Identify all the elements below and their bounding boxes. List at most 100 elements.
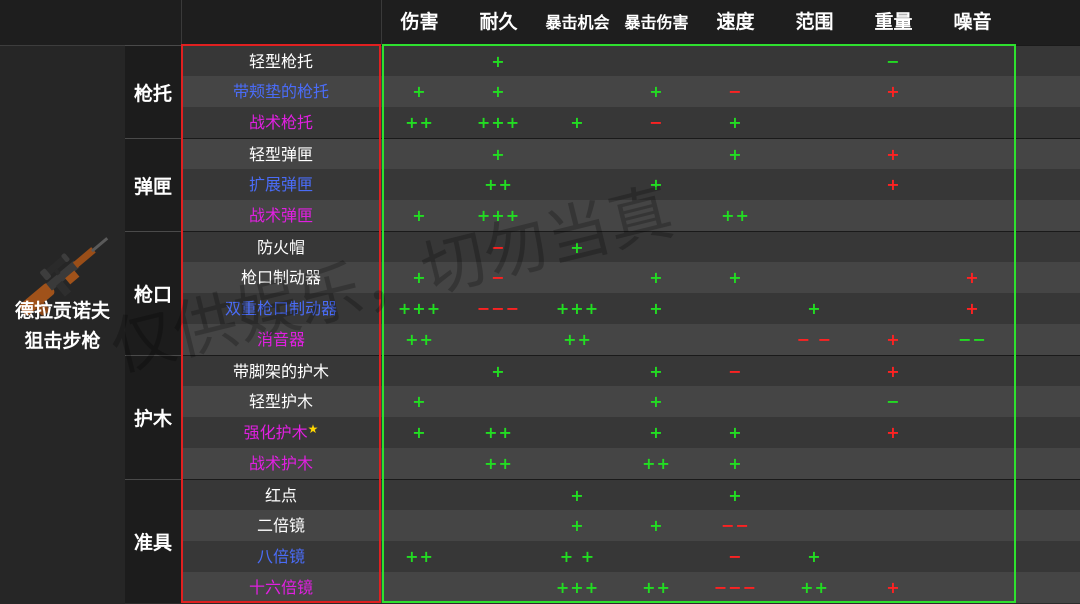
star-icon: ★ <box>307 422 319 436</box>
stat-range: − − <box>796 330 833 349</box>
attachment-name: 十六倍镜 <box>181 572 381 603</box>
attachment-name-text: 强化护木 <box>243 423 308 442</box>
attachment-name-text: 八倍镜 <box>256 547 305 566</box>
table-row: 扩展弹匣 ++ + + <box>181 169 1080 200</box>
stat-noise: + <box>965 299 980 318</box>
stat-damage: + <box>412 206 427 225</box>
stat-durability: − <box>491 268 506 287</box>
stat-speed: + <box>728 145 743 164</box>
table-row: 二倍镜 + + −− <box>181 510 1080 541</box>
stat-damage: ++ <box>405 113 434 132</box>
table-row: 防火帽 − + <box>181 231 1080 262</box>
stat-crit-damage: + <box>649 516 664 535</box>
attachment-name-text: 红点 <box>264 486 297 505</box>
stat-durability: − <box>491 238 506 257</box>
weapon-name-line1: 德拉贡诺夫 <box>14 300 110 322</box>
header-noise: 噪音 <box>953 11 992 33</box>
stat-weight: − <box>886 52 901 71</box>
stat-crit-damage: − <box>649 113 664 132</box>
stat-crit-chance: + <box>570 486 585 505</box>
attachment-name: 轻型枪托 <box>181 46 381 77</box>
stat-damage: + <box>412 268 427 287</box>
attachment-name: 防火帽 <box>181 232 381 263</box>
stat-speed: − <box>728 362 743 381</box>
table-row: 强化护木★ + ++ + + + <box>181 417 1080 448</box>
stat-speed: + <box>728 454 743 473</box>
stat-weight: + <box>886 578 901 597</box>
stat-speed: + <box>728 268 743 287</box>
attachment-name-text: 轻型护木 <box>248 392 313 411</box>
stat-weight: + <box>886 423 901 442</box>
attachment-name: 战术弹匣 <box>181 200 381 231</box>
header-durability: 耐久 <box>479 11 518 33</box>
category-stock: 枪托 <box>125 45 181 138</box>
stat-speed: + <box>728 423 743 442</box>
attachment-name: 带脚架的护木 <box>181 356 381 387</box>
stat-durability: −−− <box>476 299 521 318</box>
stat-crit-damage: + <box>649 392 664 411</box>
stat-weight: + <box>886 330 901 349</box>
attachment-name-text: 消音器 <box>256 330 305 349</box>
stat-crit-damage: ++ <box>642 578 671 597</box>
attachment-name: 强化护木★ <box>181 417 381 448</box>
stat-crit-damage: + <box>649 362 664 381</box>
stat-damage: + <box>412 82 427 101</box>
attachment-name: 战术护木 <box>181 448 381 479</box>
stat-weight: + <box>886 362 901 381</box>
attachment-name: 红点 <box>181 480 381 511</box>
table-row: 轻型枪托 + − <box>181 45 1080 76</box>
attachment-name-text: 防火帽 <box>256 238 305 257</box>
stat-weight: + <box>886 82 901 101</box>
stat-crit-chance: + + <box>559 547 596 566</box>
stat-durability: + <box>491 82 506 101</box>
stat-durability: +++ <box>476 113 521 132</box>
header-range: 范围 <box>795 11 834 33</box>
stat-crit-damage: + <box>649 268 664 287</box>
stat-damage: +++ <box>397 299 442 318</box>
weapon-name: 德拉贡诺夫 狙击步枪 <box>0 296 125 356</box>
stat-crit-chance: ++ <box>563 330 592 349</box>
stat-weight: − <box>886 392 901 411</box>
attachment-name-text: 轻型弹匣 <box>248 145 313 164</box>
stat-range: + <box>807 299 822 318</box>
stat-durability: +++ <box>476 206 521 225</box>
attachment-name-text: 二倍镜 <box>256 516 305 535</box>
stat-durability: ++ <box>484 175 513 194</box>
stat-speed: − <box>728 82 743 101</box>
header-damage: 伤害 <box>400 11 439 33</box>
category-muzzle: 枪口 <box>125 231 181 355</box>
stat-crit-chance: + <box>570 113 585 132</box>
stat-speed: + <box>728 486 743 505</box>
stat-weight: + <box>886 145 901 164</box>
header-speed: 速度 <box>716 11 755 33</box>
stat-noise: −− <box>958 330 987 349</box>
category-magazine: 弹匣 <box>125 138 181 231</box>
attachment-name-text: 十六倍镜 <box>248 578 313 597</box>
stat-crit-chance: + <box>570 516 585 535</box>
stat-weight: + <box>886 175 901 194</box>
attachment-name: 八倍镜 <box>181 541 381 572</box>
table-row: 战术护木 ++ ++ + <box>181 448 1080 479</box>
table-row: 八倍镜 ++ + + − + <box>181 541 1080 572</box>
header-crit-damage: 暴击伤害 <box>624 13 689 32</box>
attachment-name: 战术枪托 <box>181 107 381 138</box>
stat-durability: + <box>491 52 506 71</box>
table-row: 战术弹匣 + +++ ++ <box>181 200 1080 231</box>
stat-speed: + <box>728 113 743 132</box>
header-divider-left <box>181 0 182 45</box>
attachment-name-text: 带脚架的护木 <box>232 362 329 381</box>
stat-durability: ++ <box>484 423 513 442</box>
table-row: 双重枪口制动器 +++ −−− +++ + + + <box>181 293 1080 324</box>
attachment-name-text: 战术护木 <box>248 454 313 473</box>
table-row: 轻型弹匣 + + + <box>181 138 1080 169</box>
attachment-name-text: 战术弹匣 <box>248 206 313 225</box>
stat-speed: − <box>728 547 743 566</box>
attachment-name-text: 带颊垫的枪托 <box>232 82 329 101</box>
attachment-name: 二倍镜 <box>181 510 381 541</box>
stat-crit-damage: + <box>649 175 664 194</box>
attachment-name: 轻型护木 <box>181 386 381 417</box>
table-row: 枪口制动器 + − + + + <box>181 262 1080 293</box>
header-crit-chance: 暴击机会 <box>545 13 610 32</box>
attachment-name: 轻型弹匣 <box>181 139 381 170</box>
stat-speed: −−− <box>713 578 758 597</box>
